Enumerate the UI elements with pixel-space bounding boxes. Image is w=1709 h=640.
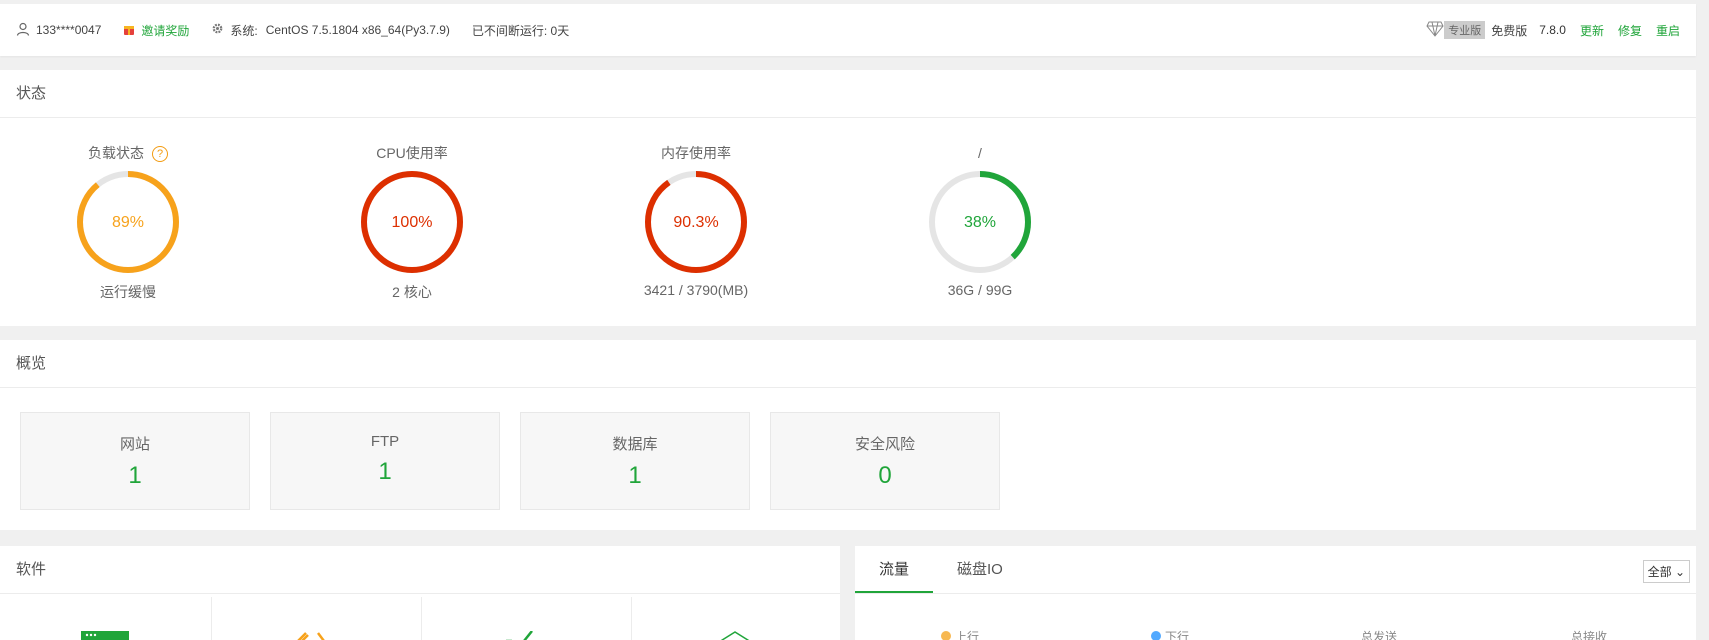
overview-card-title: 数据库 bbox=[612, 436, 658, 453]
overview-card-count[interactable]: 1 bbox=[21, 462, 249, 490]
legend-dot-icon bbox=[1151, 631, 1161, 640]
help-icon[interactable]: ? bbox=[152, 146, 168, 163]
tab-disk-io[interactable]: 磁盘IO bbox=[933, 546, 1027, 593]
server-icon bbox=[81, 631, 129, 640]
version-number: 7.8.0 bbox=[1539, 23, 1566, 37]
overview-card-title: FTP bbox=[370, 433, 400, 450]
legend-upload: 上行 bbox=[941, 628, 979, 640]
overview-card-ftp[interactable]: FTP 1 bbox=[270, 412, 500, 510]
overview-card-security-risk[interactable]: 安全风险 0 bbox=[770, 412, 1000, 510]
gauge-load-value: 89% bbox=[112, 214, 144, 231]
legend-total-sent: 总发送 bbox=[1361, 630, 1398, 640]
update-link[interactable]: 更新 bbox=[1580, 22, 1604, 39]
gauge-disk-ring: 38% bbox=[929, 171, 1031, 273]
overview-card-title: 安全风险 bbox=[854, 436, 915, 453]
box-icon bbox=[720, 631, 750, 640]
overview-card-website[interactable]: 网站 1 bbox=[20, 412, 250, 510]
software-item[interactable] bbox=[0, 597, 212, 640]
user-phone: 133****0047 bbox=[36, 23, 102, 37]
overview-card-count[interactable]: 1 bbox=[271, 458, 499, 486]
traffic-tabs: 流量 磁盘IO bbox=[855, 546, 1696, 594]
gauge-load[interactable]: 负载状态? 89% 运行缓慢 bbox=[28, 142, 228, 302]
gauge-memory-label: 内存使用率 bbox=[661, 145, 731, 161]
gauge-disk[interactable]: / 38% 36G / 99G bbox=[880, 142, 1080, 298]
gauge-cpu[interactable]: CPU使用率 100% 2 核心 bbox=[312, 142, 512, 302]
gauge-load-sub: 运行缓慢 bbox=[100, 284, 156, 300]
gauge-disk-sub: 36G / 99G bbox=[947, 282, 1013, 298]
invite-reward-label: 邀请奖励 bbox=[141, 23, 190, 38]
legend-total-received: 总接收 bbox=[1571, 630, 1608, 640]
gauge-cpu-value: 100% bbox=[392, 214, 433, 231]
gauge-disk-label: / bbox=[978, 145, 982, 161]
gauge-memory[interactable]: 内存使用率 90.3% 3421 / 3790(MB) bbox=[596, 142, 796, 298]
status-panel: 状态 负载状态? 89% 运行缓慢 CPU使用率 100% 2 核心 内存使用率… bbox=[0, 70, 1696, 326]
gauge-cpu-label: CPU使用率 bbox=[376, 145, 448, 161]
overview-title: 概览 bbox=[0, 340, 1696, 388]
diamond-icon bbox=[1426, 21, 1444, 40]
overview-card-count[interactable]: 1 bbox=[521, 462, 749, 490]
system-value: CentOS 7.5.1804 x86_64(Py3.7.9) bbox=[265, 23, 450, 37]
overview-card-database[interactable]: 数据库 1 bbox=[520, 412, 750, 510]
gauge-cpu-ring: 100% bbox=[361, 171, 463, 273]
invite-reward-link[interactable]: 邀请奖励 bbox=[123, 22, 189, 39]
range-select[interactable]: 全部 ⌄ bbox=[1642, 560, 1690, 583]
gauge-disk-value: 38% bbox=[964, 214, 996, 231]
version-area: 专业版 免费版 7.8.0 更新 修复 重启 bbox=[1426, 21, 1680, 40]
gauge-memory-sub: 3421 / 3790(MB) bbox=[643, 282, 749, 298]
check-icon bbox=[506, 631, 533, 640]
edition-badge: 专业版 bbox=[1444, 21, 1486, 39]
legend-dot-icon bbox=[941, 631, 951, 640]
range-select-value: 全部 bbox=[1647, 565, 1672, 579]
gauge-memory-value: 90.3% bbox=[673, 214, 718, 231]
chevron-down-icon: ⌄ bbox=[1674, 565, 1685, 579]
traffic-legend: 上行 下行 总发送 总接收 bbox=[855, 628, 1696, 640]
gauge-load-ring: 89% bbox=[77, 171, 179, 273]
software-item[interactable] bbox=[632, 597, 840, 640]
software-item[interactable] bbox=[212, 597, 422, 640]
user-icon bbox=[16, 22, 30, 39]
system-info: 系统: CentOS 7.5.1804 x86_64(Py3.7.9) bbox=[211, 22, 450, 39]
tool-icon bbox=[297, 632, 325, 640]
legend-download: 下行 bbox=[1151, 628, 1189, 640]
gift-icon bbox=[123, 22, 135, 39]
status-title: 状态 bbox=[0, 70, 1696, 118]
user-account[interactable]: 133****0047 bbox=[16, 22, 101, 39]
gauge-memory-ring: 90.3% bbox=[645, 171, 747, 273]
traffic-panel: 流量 磁盘IO 全部 ⌄ 上行 下行 总发送 总接收 bbox=[855, 546, 1696, 640]
free-edition-label: 免费版 bbox=[1491, 23, 1528, 38]
gauge-load-label: 负载状态 bbox=[88, 145, 144, 161]
software-item[interactable] bbox=[422, 597, 632, 640]
repair-link[interactable]: 修复 bbox=[1618, 22, 1642, 39]
overview-card-count[interactable]: 0 bbox=[771, 462, 999, 490]
uptime-info: 已不间断运行: 0天 bbox=[472, 22, 569, 39]
tab-traffic[interactable]: 流量 bbox=[855, 546, 934, 593]
overview-card-title: 网站 bbox=[119, 436, 150, 453]
gauge-cpu-sub: 2 核心 bbox=[392, 284, 432, 300]
uptime-text: 已不间断运行: 0天 bbox=[471, 23, 570, 38]
restart-link[interactable]: 重启 bbox=[1656, 22, 1680, 39]
gear-icon bbox=[211, 22, 224, 38]
top-bar: 133****0047 邀请奖励 系统: CentOS 7.5.1804 x86… bbox=[0, 4, 1696, 56]
system-label: 系统: bbox=[230, 23, 258, 38]
software-title: 软件 bbox=[0, 546, 840, 594]
